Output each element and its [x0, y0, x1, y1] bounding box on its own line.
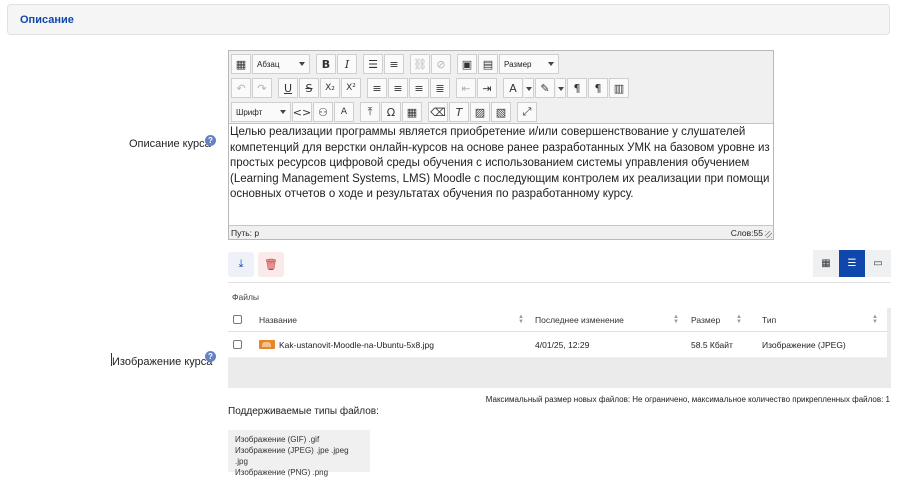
file-drop-area[interactable]: Название ▲ ▼ Последнее изменение ▲ ▼ Разме…: [228, 308, 891, 388]
file-name[interactable]: Kak-ustanovit-Moodle-na-Ubuntu-5x8.jpg: [279, 340, 434, 350]
justify-icon[interactable]: ≣: [430, 78, 450, 98]
file-type-item: Изображение (JPEG) .jpe .jpeg .jpg: [235, 446, 349, 466]
subscript-icon[interactable]: X₂: [320, 78, 340, 98]
text-color-icon[interactable]: A: [503, 78, 523, 98]
editor-path[interactable]: Путь: p: [231, 228, 259, 238]
indent-icon[interactable]: ⇥: [477, 78, 497, 98]
link-icon[interactable]: ⛓: [410, 54, 430, 74]
select-all-checkbox[interactable]: [233, 315, 242, 324]
rtl-icon[interactable]: ¶: [588, 78, 608, 98]
column-name[interactable]: Название: [259, 308, 297, 331]
help-icon[interactable]: ?: [205, 135, 216, 146]
file-manager-divider: [228, 282, 891, 283]
sort-icon[interactable]: ▲ ▼: [872, 314, 878, 325]
view-mode-group: ▦ ☰ ▭: [813, 250, 891, 277]
align-center-icon[interactable]: ≡: [388, 78, 408, 98]
file-type-item: Изображение (GIF) .gif: [235, 435, 320, 444]
italic-icon[interactable]: I: [337, 54, 357, 74]
file-size: 58.5 Кбайт: [691, 339, 733, 350]
sort-icon[interactable]: ▲ ▼: [736, 314, 742, 325]
numbered-list-icon[interactable]: ≡: [384, 54, 404, 74]
highlight-icon[interactable]: ✎: [535, 78, 555, 98]
unlink-icon[interactable]: ⊘: [431, 54, 451, 74]
file-limit-note: Максимальный размер новых файлов: Не огр…: [485, 395, 890, 404]
clean-format-icon[interactable]: ⌫: [428, 102, 448, 122]
file-modified: 4/01/25, 12:29: [535, 339, 590, 350]
outdent-icon[interactable]: ⇤: [456, 78, 476, 98]
column-type[interactable]: Тип: [762, 308, 776, 331]
underline-icon[interactable]: U: [278, 78, 298, 98]
sort-icon[interactable]: ▲ ▼: [673, 314, 679, 325]
resize-handle-icon[interactable]: [765, 231, 772, 238]
undo-icon[interactable]: ↶: [231, 78, 251, 98]
highlight-dropdown[interactable]: [556, 78, 566, 98]
supported-types-title: Поддерживаемые типы файлов:: [228, 406, 379, 417]
paragraph-format-select[interactable]: Абзац: [252, 54, 310, 74]
font-family-select[interactable]: Шрифт: [231, 102, 291, 122]
editor-text-area[interactable]: Целью реализации программы является прио…: [230, 125, 772, 225]
spellcheck-icon[interactable]: ⚇: [313, 102, 333, 122]
align-left-icon[interactable]: ≡: [367, 78, 387, 98]
file-type: Изображение (JPEG): [762, 339, 846, 350]
media-embed-icon[interactable]: ▥: [609, 78, 629, 98]
column-modified[interactable]: Последнее изменение: [535, 308, 624, 331]
file-table: Название ▲ ▼ Последнее изменение ▲ ▼ Разме…: [228, 308, 887, 358]
ltr-icon[interactable]: ¶: [567, 78, 587, 98]
paragraph-format-value: Абзац: [257, 59, 280, 69]
superscript-icon[interactable]: X²: [341, 78, 361, 98]
course-description-label: Описание курса: [129, 138, 211, 150]
help-icon[interactable]: ?: [205, 351, 216, 362]
supported-types-list: Изображение (GIF) .gif Изображение (JPEG…: [228, 430, 370, 477]
course-image-label: Изображение курса: [112, 356, 213, 368]
download-icon: ⤓: [238, 258, 244, 270]
image-file-icon: [259, 340, 275, 349]
align-right-icon[interactable]: ≡: [409, 78, 429, 98]
file-checkbox[interactable]: [233, 340, 242, 349]
table-icon[interactable]: ▦: [402, 102, 422, 122]
font-size-value: Размер: [504, 59, 532, 69]
rich-text-editor: ▦ Абзац B I ☰ ≡ ⛓ ⊘ ▣ ▤ Размер ↶ ↷ U S X…: [228, 50, 774, 240]
fullscreen-icon[interactable]: ⤢: [517, 102, 537, 122]
code-icon[interactable]: <>: [292, 102, 312, 122]
table-row[interactable]: Kak-ustanovit-Moodle-na-Ubuntu-5x8.jpg 4…: [228, 332, 887, 358]
text-color-dropdown[interactable]: [524, 78, 534, 98]
bold-icon[interactable]: B: [316, 54, 336, 74]
media-icon[interactable]: ▤: [478, 54, 498, 74]
redo-icon[interactable]: ↷: [252, 78, 272, 98]
delete-file-button[interactable]: 🗑: [258, 252, 284, 277]
list-view-icon[interactable]: ☰: [839, 250, 865, 277]
table-header: Название ▲ ▼ Последнее изменение ▲ ▼ Разме…: [228, 308, 887, 332]
editor-toolbar: ▦ Абзац B I ☰ ≡ ⛓ ⊘ ▣ ▤ Размер ↶ ↷ U S X…: [229, 51, 773, 124]
paste-word-icon[interactable]: ▧: [491, 102, 511, 122]
font-family-value: Шрифт: [236, 107, 263, 117]
strikethrough-icon[interactable]: S: [299, 78, 319, 98]
sort-icon[interactable]: ▲ ▼: [518, 314, 524, 325]
file-path-label: Файлы: [232, 292, 260, 302]
clear-format-icon[interactable]: T: [449, 102, 469, 122]
folder-view-icon[interactable]: ▭: [865, 250, 891, 277]
add-file-button[interactable]: ⤓: [228, 252, 254, 277]
trash-icon: 🗑: [264, 259, 278, 271]
grid-view-icon[interactable]: ▦: [813, 250, 839, 277]
file-type-item: Изображение (PNG) .png: [235, 468, 329, 477]
editor-status-bar: Путь: p Слов:55: [229, 225, 773, 239]
upload-icon[interactable]: ⤒: [360, 102, 380, 122]
image-icon[interactable]: ▣: [457, 54, 477, 74]
paste-text-icon[interactable]: ▨: [470, 102, 490, 122]
column-size[interactable]: Размер: [691, 308, 720, 331]
section-header[interactable]: Описание: [7, 4, 890, 35]
font-size-select[interactable]: Размер: [499, 54, 559, 74]
bullet-list-icon[interactable]: ☰: [363, 54, 383, 74]
section-title[interactable]: Описание: [20, 14, 74, 26]
charmap-icon[interactable]: A: [334, 102, 354, 122]
word-count: Слов:55: [730, 228, 763, 238]
html-source-icon[interactable]: ▦: [231, 54, 251, 74]
special-char-icon[interactable]: Ω: [381, 102, 401, 122]
